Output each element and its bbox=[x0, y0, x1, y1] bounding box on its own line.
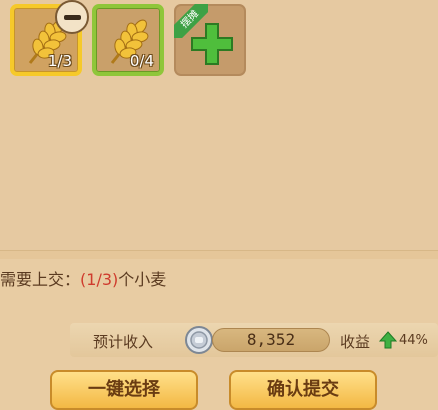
requirement-prefix: 需要上交： bbox=[0, 270, 81, 289]
estimated-income-label: 预计收入 bbox=[93, 333, 154, 351]
item-slot-wheat-2[interactable]: 0/4 bbox=[92, 4, 164, 76]
green-up-arrow-icon bbox=[379, 331, 397, 349]
add-stall-slot[interactable]: 摆摊 bbox=[174, 4, 246, 76]
requirement-text: 需要上交：(1/3)个小麦 bbox=[0, 266, 166, 290]
slot-count: 1/3 bbox=[47, 52, 72, 70]
income-amount: 8,352 bbox=[212, 328, 330, 352]
panel-divider bbox=[0, 250, 438, 259]
profit-percent: 44% bbox=[399, 333, 428, 348]
remove-button[interactable] bbox=[55, 0, 89, 34]
slot-count: 0/4 bbox=[129, 52, 154, 70]
confirm-submit-button[interactable]: 确认提交 bbox=[229, 370, 377, 410]
requirement-fraction: (1/3) bbox=[80, 270, 119, 289]
profit-label: 收益 bbox=[340, 333, 371, 351]
silver-coin-icon bbox=[185, 326, 213, 354]
plus-icon bbox=[191, 23, 233, 65]
requirement-suffix: 个小麦 bbox=[118, 270, 167, 289]
one-key-select-button[interactable]: 一键选择 bbox=[50, 370, 198, 410]
